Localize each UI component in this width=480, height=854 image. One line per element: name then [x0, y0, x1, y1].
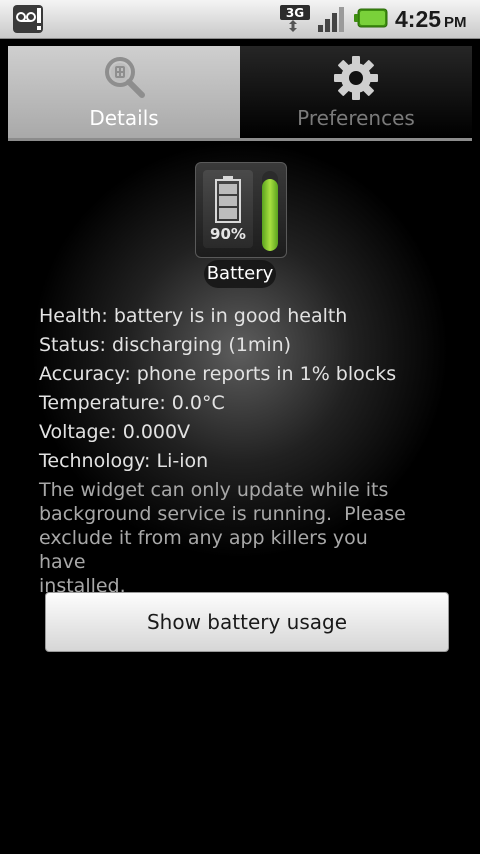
battery-status-icon [354, 8, 388, 28]
network-3g-icon: 3G [280, 5, 310, 32]
clock-ampm: PM [444, 14, 467, 31]
tab-bar: Details Preferences [8, 46, 472, 141]
widget-level-bar [262, 171, 278, 251]
battery-info-list: Health: battery is in good health Status… [39, 302, 459, 476]
network-label: 3G [286, 6, 304, 20]
status-bar: 3G 4:25 PM [0, 0, 480, 39]
tab-preferences[interactable]: Preferences [240, 46, 472, 138]
widget-percent-label: 90% [210, 225, 246, 243]
clock-time: 4:25 [395, 6, 442, 32]
signal-strength-icon [318, 7, 344, 32]
status-clock: 4:25 PM [395, 4, 467, 34]
tab-details-label: Details [89, 106, 159, 130]
service-notice: The widget can only update while its bac… [39, 479, 406, 597]
magnifier-icon [105, 57, 145, 98]
technology-line: Technology: Li-ion [39, 450, 209, 472]
status-line: Status: discharging (1min) [39, 334, 292, 356]
battery-cell-icon [215, 176, 241, 223]
battery-details-screen: 3G 4:25 PM Details Preferences 90% Batte… [0, 0, 480, 854]
temperature-line: Temperature: 0.0°C [39, 392, 225, 414]
health-line: Health: battery is in good health [39, 305, 348, 327]
tab-preferences-label: Preferences [297, 106, 415, 130]
gear-icon [334, 56, 378, 100]
battery-widget-preview: 90% [195, 162, 287, 258]
voicemail-alert-icon[interactable] [12, 4, 44, 34]
show-battery-usage-button[interactable]: Show battery usage [45, 592, 449, 652]
voltage-line: Voltage: 0.000V [39, 421, 191, 443]
accuracy-line: Accuracy: phone reports in 1% blocks [39, 363, 397, 385]
tab-details[interactable]: Details [8, 46, 240, 138]
widget-name-label: Battery [204, 260, 276, 288]
widget-level-fill [262, 179, 278, 251]
